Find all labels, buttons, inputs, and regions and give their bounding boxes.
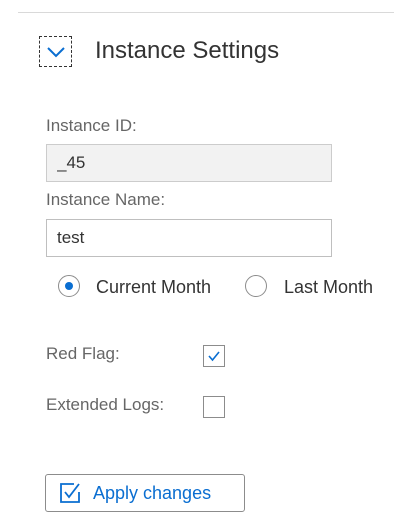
instance-id-field[interactable]	[46, 144, 332, 182]
radio-current-month-label[interactable]: Current Month	[96, 276, 211, 298]
apply-changes-label: Apply changes	[93, 482, 212, 503]
check-icon	[207, 350, 221, 362]
radio-last-month[interactable]	[245, 275, 267, 297]
extended-logs-checkbox[interactable]	[203, 396, 225, 418]
red-flag-checkbox[interactable]	[203, 345, 225, 367]
red-flag-label: Red Flag:	[46, 344, 120, 363]
instance-name-field[interactable]	[46, 219, 332, 257]
section-title: Instance Settings	[95, 37, 280, 64]
radio-last-month-label[interactable]: Last Month	[284, 276, 373, 298]
collapse-toggle-button[interactable]	[39, 36, 72, 67]
extended-logs-label: Extended Logs:	[46, 395, 165, 414]
radio-selected-dot	[65, 282, 73, 290]
chevron-down-icon	[46, 46, 66, 58]
instance-name-label: Instance Name:	[46, 190, 166, 209]
apply-changes-button[interactable]: Apply changes	[45, 474, 245, 512]
checkbox-check-icon	[59, 482, 81, 504]
top-divider	[18, 12, 394, 13]
instance-id-label: Instance ID:	[46, 116, 137, 135]
instance-settings-panel: Instance Settings Instance ID: Instance …	[0, 0, 394, 519]
radio-current-month[interactable]	[58, 275, 80, 297]
